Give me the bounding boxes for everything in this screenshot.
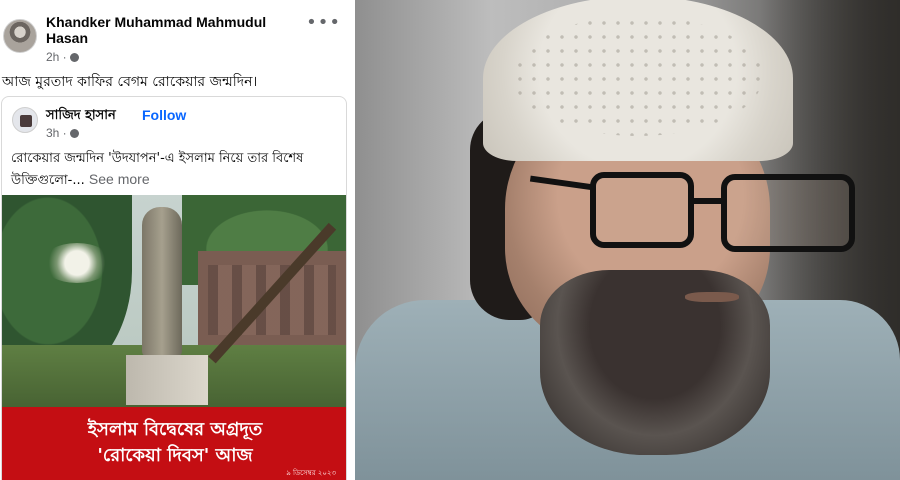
more-horizontal-icon[interactable]: ••• [306, 14, 341, 32]
statue [142, 207, 182, 357]
follow-button[interactable]: Follow [142, 107, 186, 123]
shared-author-name[interactable]: সাজিদ হাসান [46, 106, 116, 127]
post-time[interactable]: 2h · [46, 50, 67, 64]
image-banner: ইসলাম বিদ্বেষের অগ্রদূত 'রোকেয়া দিবস' আ… [2, 407, 346, 480]
glasses-bridge [692, 198, 724, 204]
shared-post-image[interactable]: ইসলাম বিদ্বেষের অগ্রদূত 'রোকেয়া দিবস' আ… [2, 195, 346, 480]
portrait-photo [355, 0, 900, 480]
shared-post-header: সাজিদ হাসান Follow 3h · রোকেয়ার জন্মদিন… [2, 97, 346, 195]
post-author-name[interactable]: Khandker Muhammad Mahmudul Hasan [46, 14, 296, 46]
shared-post-card[interactable]: সাজিদ হাসান Follow 3h · রোকেয়ার জন্মদিন… [1, 96, 347, 480]
facebook-post-screenshot: Khandker Muhammad Mahmudul Hasan 2h · ••… [0, 0, 349, 480]
globe-icon [69, 129, 79, 138]
shared-post-time[interactable]: 3h · [46, 126, 67, 140]
shared-author-avatar[interactable] [12, 107, 38, 133]
glasses-lens-right [721, 174, 855, 252]
shared-post-body: রোকেয়ার জন্মদিন 'উদযাপন'-এ ইসলাম নিয়ে … [11, 151, 304, 188]
post-meta: 2h · [46, 50, 79, 64]
mouth [685, 292, 739, 302]
post-text: আজ মুরতাদ কাফির বেগম রোকেয়ার জন্মদিন। [2, 74, 258, 90]
glasses-lens-left [590, 172, 694, 248]
see-more-link[interactable]: See more [89, 171, 150, 187]
post-header: Khandker Muhammad Mahmudul Hasan 2h · ••… [0, 8, 349, 66]
shared-post-meta: 3h · [46, 126, 79, 140]
flower [42, 243, 112, 283]
building [198, 251, 346, 351]
globe-icon [69, 53, 79, 62]
author-avatar[interactable] [3, 19, 37, 53]
shared-post-text: রোকেয়ার জন্মদিন 'উদযাপন'-এ ইসলাম নিয়ে … [11, 149, 331, 191]
statue-pedestal [126, 355, 208, 405]
banner-date: ৯ ডিসেম্বর ২০২৩ [286, 469, 336, 477]
prayer-cap [483, 0, 793, 161]
